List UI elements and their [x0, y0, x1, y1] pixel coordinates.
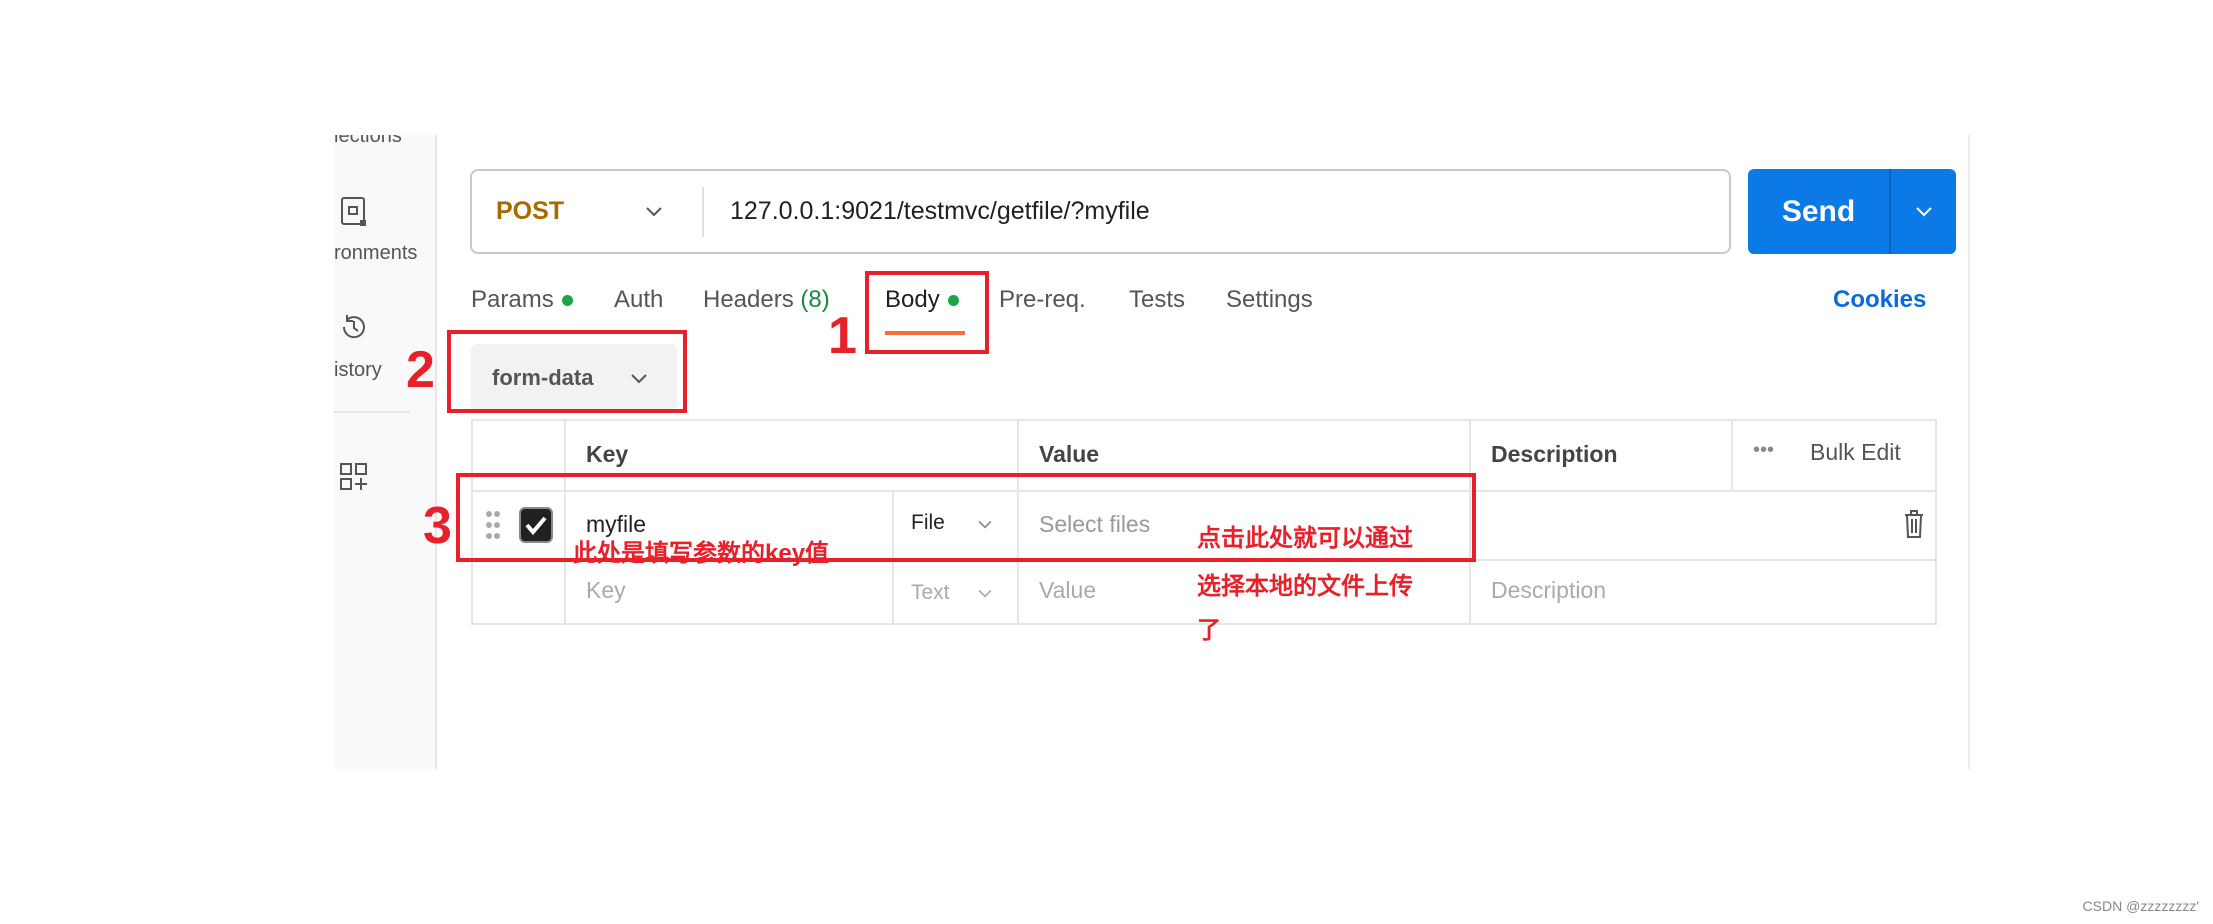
chevron-down-icon[interactable] — [642, 199, 666, 223]
tab-tests[interactable]: Tests — [1129, 286, 1185, 314]
bulk-edit-button[interactable]: Bulk Edit — [1810, 439, 1901, 466]
chevron-down-icon[interactable] — [1912, 199, 1936, 223]
tab-label: Headers — [703, 286, 794, 313]
sidebar: lections ronments istory — [334, 135, 437, 769]
chevron-down-icon[interactable] — [975, 583, 995, 603]
more-options-icon[interactable]: ••• — [1753, 439, 1774, 462]
column-header-description: Description — [1491, 441, 1618, 467]
annotation-value-note-1: 点击此处就可以通过 — [1197, 525, 1413, 552]
send-button-group: Send — [1748, 169, 1956, 254]
new-description-input[interactable]: Description — [1491, 577, 1606, 604]
tab-label: Pre-req. — [999, 286, 1086, 313]
tab-pre-request[interactable]: Pre-req. — [999, 286, 1086, 314]
divider — [702, 187, 704, 237]
annotation-box-form-data — [447, 330, 687, 413]
column-header-key: Key — [586, 441, 629, 467]
annotation-number-1: 1 — [828, 307, 857, 365]
tab-params[interactable]: Params — [471, 286, 573, 314]
tab-label: Auth — [614, 286, 664, 313]
column-header-value: Value — [1039, 441, 1100, 467]
tab-auth[interactable]: Auth — [614, 286, 663, 314]
trash-icon[interactable] — [1903, 509, 1925, 539]
watermark: CSDN @zzzzzzzz' — [2082, 898, 2199, 914]
sidebar-item-collections[interactable]: lections — [334, 135, 402, 148]
annotation-key-note: 此处是填写参数的key值 — [573, 540, 830, 567]
new-type-select[interactable]: Text — [911, 581, 950, 605]
sidebar-item-history[interactable]: istory — [334, 359, 382, 382]
tab-label: Params — [471, 286, 554, 313]
divider — [1731, 421, 1733, 490]
annotation-number-3: 3 — [423, 497, 452, 555]
annotation-box-body — [865, 271, 989, 354]
tab-label: Tests — [1129, 286, 1186, 313]
url-bar: POST 127.0.0.1:9021/testmvc/getfile/?myf… — [470, 169, 1731, 254]
tab-headers[interactable]: Headers (8) — [703, 286, 830, 314]
add-workspace-grid-icon[interactable] — [338, 461, 370, 493]
headers-count: (8) — [800, 286, 830, 313]
status-dot — [561, 295, 573, 307]
new-value-input[interactable]: Value — [1039, 577, 1096, 604]
annotation-value-note-3: 了 — [1197, 617, 1221, 644]
cookies-link[interactable]: Cookies — [1833, 286, 1926, 314]
new-key-input[interactable]: Key — [586, 577, 626, 604]
tab-settings[interactable]: Settings — [1226, 286, 1313, 314]
url-input[interactable]: 127.0.0.1:9021/testmvc/getfile/?myfile — [730, 171, 1150, 252]
panel-border — [1968, 135, 1970, 769]
send-button[interactable]: Send — [1748, 169, 1889, 254]
annotation-number-2: 2 — [406, 341, 435, 399]
method-select[interactable]: POST — [496, 171, 564, 252]
history-icon[interactable] — [338, 311, 370, 343]
environment-icon[interactable] — [338, 195, 370, 227]
sidebar-divider — [334, 411, 410, 413]
tab-label: Settings — [1226, 286, 1313, 313]
annotation-value-note-2: 选择本地的文件上传 — [1197, 573, 1413, 600]
sidebar-item-environments[interactable]: ronments — [334, 242, 417, 265]
divider — [1889, 169, 1891, 254]
